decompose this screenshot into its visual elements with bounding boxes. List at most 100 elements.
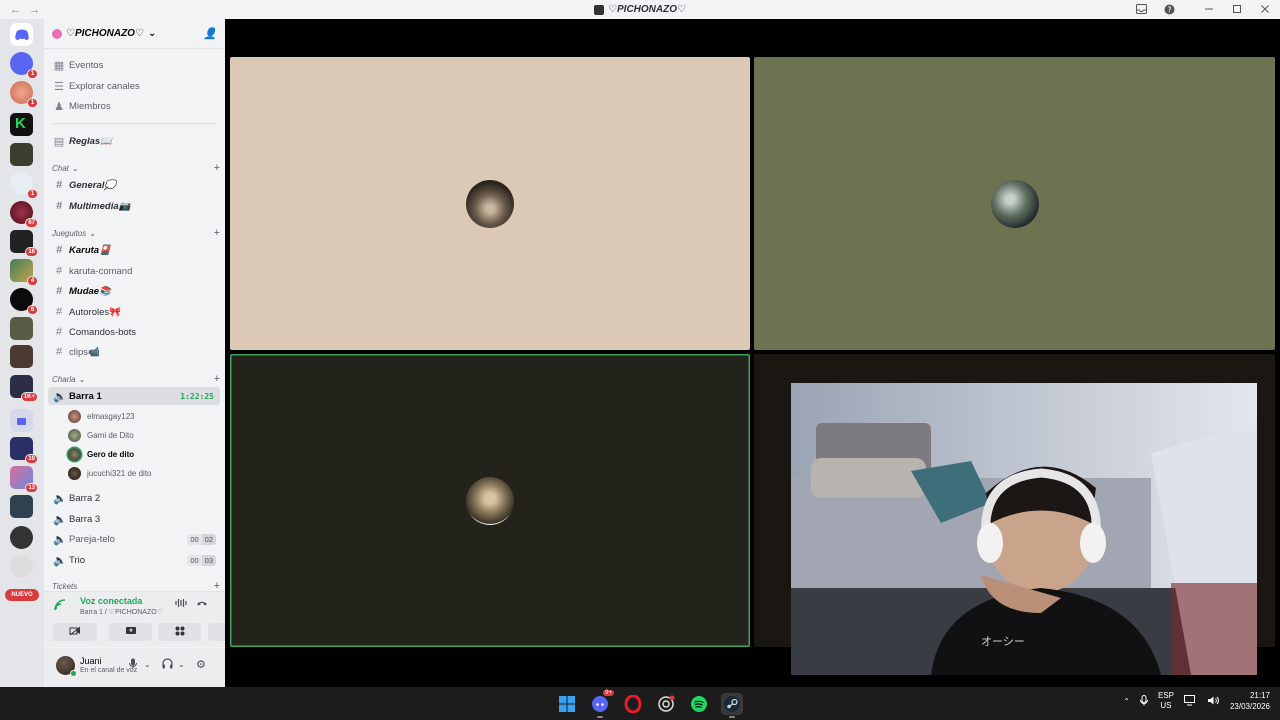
network-icon[interactable] <box>1183 694 1197 708</box>
calendar-icon: ▦ <box>53 59 65 72</box>
title-bar: ← → ♡PICHONAZO♡ ? <box>0 0 1280 19</box>
server-icon-8[interactable]: 4 <box>10 259 38 286</box>
opera-icon[interactable] <box>622 693 644 715</box>
server-icon-9[interactable]: 6 <box>10 288 38 315</box>
members-icon: ♟ <box>54 100 64 113</box>
events-item[interactable]: ▦ Eventos <box>48 56 220 74</box>
server-icon-6[interactable]: 67 <box>10 201 38 228</box>
hash-icon: # <box>55 285 63 297</box>
add-channel-icon[interactable]: + <box>214 162 220 174</box>
close-icon[interactable] <box>1258 2 1272 16</box>
channel-general[interactable]: # General💭 <box>48 176 220 194</box>
server-discord-app[interactable]: 1 <box>10 52 38 79</box>
voice-status[interactable]: Voz conectada <box>80 596 142 606</box>
voice-channel-trio[interactable]: 🔈 Trio 00 03 <box>48 551 220 569</box>
category-chat[interactable]: Chat ⌄ + <box>52 162 220 174</box>
participant-tile[interactable] <box>754 57 1275 350</box>
user-panel: Juani En el canal de voz ⌄ ⌄ ⚙ <box>44 648 225 687</box>
volume-icon[interactable] <box>1207 695 1220 708</box>
server-icon-11[interactable] <box>10 345 33 368</box>
speaker-icon: 🔈 <box>53 513 67 526</box>
system-clock[interactable]: 21:17 23/03/2026 <box>1230 690 1270 712</box>
activities-button[interactable] <box>158 623 201 641</box>
server-icon-16[interactable] <box>10 526 33 549</box>
server-icon-10[interactable] <box>10 317 33 340</box>
chevron-down-icon[interactable]: ⌄ <box>178 660 185 669</box>
add-channel-icon[interactable]: + <box>214 373 220 385</box>
channel-autoroles[interactable]: # Autoroles🎀 <box>48 303 220 321</box>
channel-multimedia[interactable]: # Multimedia📷 <box>48 197 220 215</box>
help-icon[interactable]: ? <box>1162 2 1176 16</box>
back-icon[interactable]: ← <box>10 4 21 16</box>
window-title: ♡PICHONAZO♡ <box>0 4 1280 15</box>
spotify-icon[interactable] <box>688 693 710 715</box>
voice-user[interactable]: jucuchi321 de dito <box>68 465 152 482</box>
chevron-up-icon[interactable]: ⌃ <box>1123 697 1130 706</box>
browse-channels-item[interactable]: ☰ Explorar canales <box>48 77 220 95</box>
server-icon-5[interactable]: 1 <box>10 172 38 199</box>
inbox-icon[interactable] <box>1134 2 1148 16</box>
new-badge: NUEVO <box>5 589 39 601</box>
channel-reglas[interactable]: ▤ Reglas📖 <box>48 132 220 150</box>
noise-suppression-icon[interactable] <box>175 598 187 611</box>
voice-channel-barra-1[interactable]: 🔈 Barra 1 1:22:25 <box>48 387 220 405</box>
microphone-icon[interactable] <box>129 658 137 672</box>
windows-start-icon[interactable] <box>556 693 578 715</box>
divider <box>52 123 216 124</box>
voice-user[interactable]: Gami de Dito <box>68 427 134 444</box>
add-channel-icon[interactable]: + <box>214 227 220 239</box>
channel-comandos-bots[interactable]: # Comandos-bots <box>48 323 220 341</box>
voice-channel-barra-2[interactable]: 🔈 Barra 2 <box>48 489 220 507</box>
microphone-icon[interactable] <box>1139 694 1148 708</box>
server-icon-13[interactable]: 10 <box>10 437 38 464</box>
steam-icon[interactable] <box>721 693 743 718</box>
hash-icon: # <box>55 326 63 338</box>
headphones-icon[interactable] <box>162 658 173 672</box>
participant-tile[interactable] <box>230 57 750 350</box>
channel-karuta[interactable]: # Karuta🎴 <box>48 241 220 259</box>
hash-icon: # <box>55 179 63 191</box>
server-icon-2[interactable]: 1 <box>10 81 38 108</box>
discord-taskbar-icon[interactable]: 9+ <box>589 690 614 718</box>
chevron-down-icon[interactable]: ⌄ <box>144 660 151 669</box>
maximize-icon[interactable] <box>1230 2 1244 16</box>
settings-gear-icon[interactable]: ⚙ <box>196 658 206 671</box>
language-indicator[interactable]: ESP US <box>1158 691 1174 711</box>
invite-people-icon[interactable]: 👤 <box>203 27 217 40</box>
voice-user-speaking[interactable]: Gero de dito <box>68 446 134 463</box>
category-charla[interactable]: Charla ⌄ + <box>52 373 220 385</box>
notification-badge: 9+ <box>603 690 614 696</box>
voice-channel-barra-3[interactable]: 🔈 Barra 3 <box>48 510 220 528</box>
folder-icon[interactable] <box>10 409 33 432</box>
server-icon-12[interactable]: 1K+ <box>10 375 38 402</box>
chatgpt-icon[interactable] <box>655 693 677 715</box>
server-avatar <box>52 28 62 39</box>
server-icon-17[interactable] <box>10 555 33 578</box>
server-icon-15[interactable] <box>10 495 33 518</box>
disconnect-icon[interactable] <box>196 598 208 611</box>
server-header[interactable]: ♡PICHONAZO♡ ⌄ 👤 <box>44 19 225 49</box>
screen-share-icon <box>125 626 137 639</box>
voice-channel-pareja-telo[interactable]: 🔈 Pareja-telo 00 02 <box>48 530 220 548</box>
chevron-down-icon: ⌄ <box>147 28 157 39</box>
screen-share-button[interactable] <box>109 623 152 641</box>
camera-off-button[interactable] <box>53 623 97 641</box>
channel-karuta-comand[interactable]: # karuta-comand <box>48 262 220 280</box>
username[interactable]: Juani <box>80 656 102 666</box>
server-icon-14[interactable]: 13 <box>10 466 38 493</box>
server-icon-7[interactable]: 16 <box>10 230 38 257</box>
category-jueguitos[interactable]: Jueguitos ⌄ + <box>52 227 220 239</box>
chevron-down-icon: ⌄ <box>71 163 79 173</box>
server-icon-4[interactable] <box>10 143 33 166</box>
channel-mudae[interactable]: # Mudae📚 <box>48 282 220 300</box>
channel-clips[interactable]: # clips📹 <box>48 343 220 361</box>
server-icon-3[interactable]: K <box>10 113 33 136</box>
forward-icon[interactable]: → <box>29 4 40 16</box>
voice-user[interactable]: elmasgay123 <box>68 408 135 425</box>
minimize-icon[interactable] <box>1202 2 1216 16</box>
discord-home-icon[interactable] <box>10 23 33 46</box>
members-item[interactable]: ♟ Miembros <box>48 97 220 115</box>
avatar <box>68 429 81 442</box>
svg-text:?: ? <box>1167 5 1171 14</box>
participant-tile-speaking[interactable] <box>230 354 750 647</box>
